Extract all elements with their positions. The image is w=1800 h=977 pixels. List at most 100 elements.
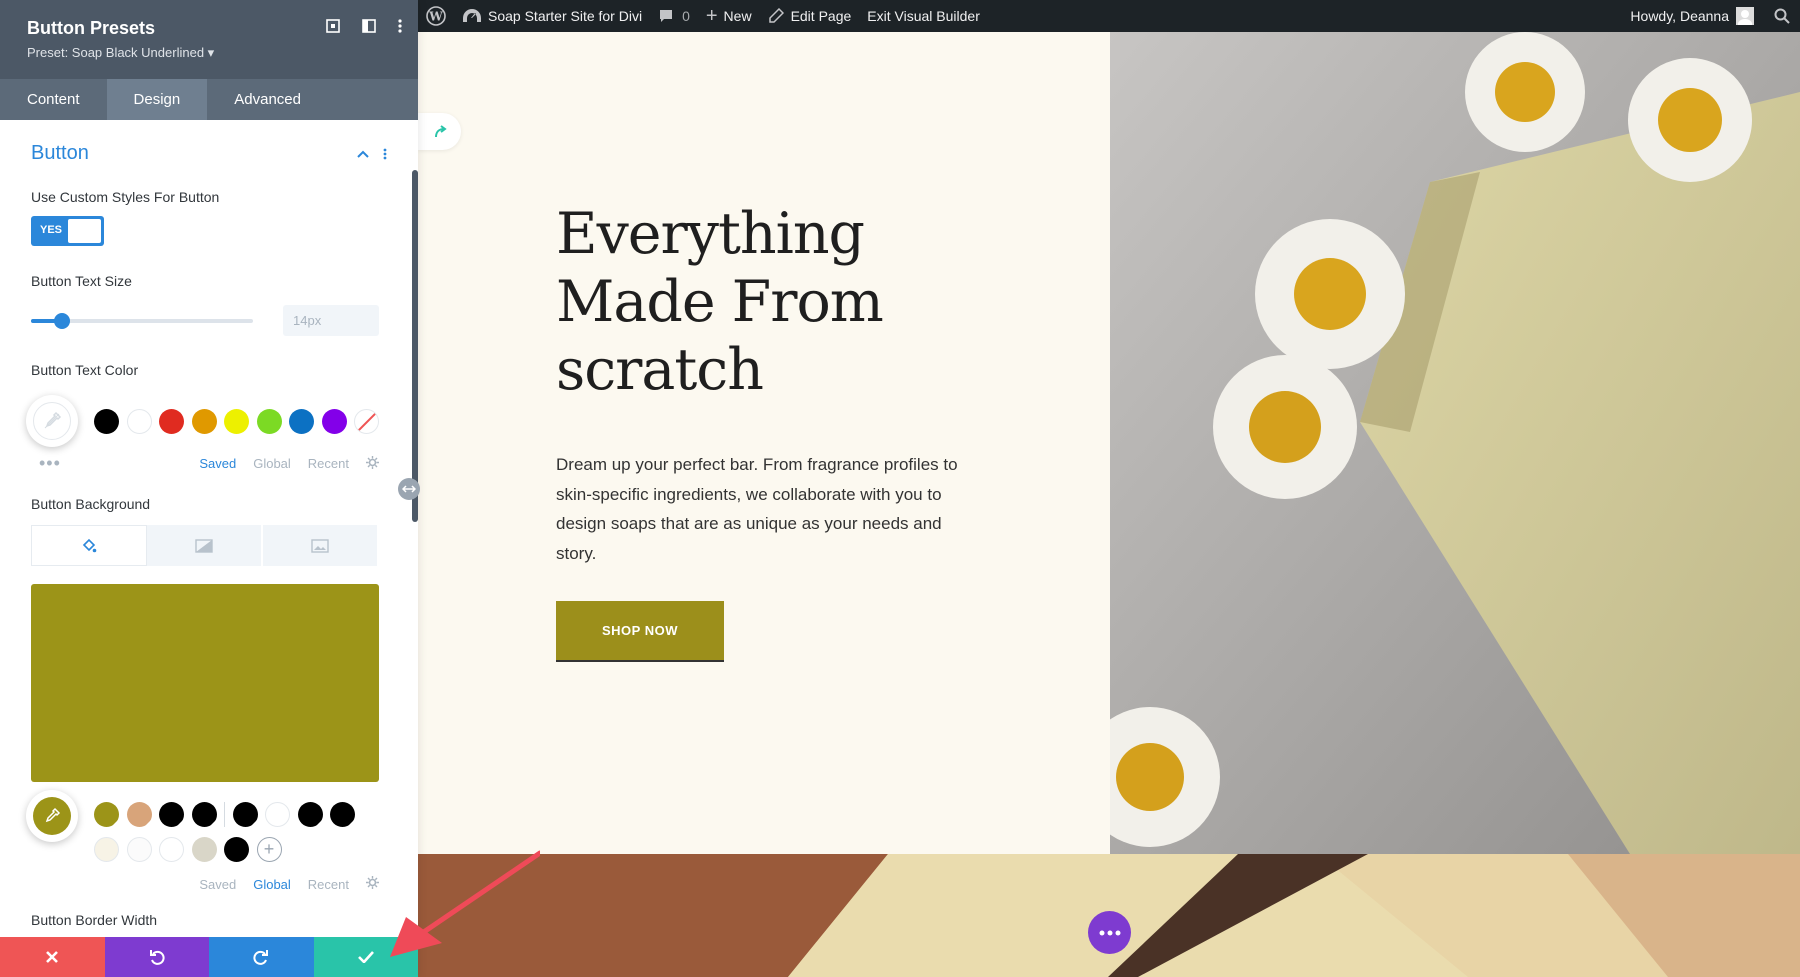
arrow-curve-icon <box>434 124 447 137</box>
panel-tabs: Content Design Advanced <box>0 79 418 120</box>
global-color-swatch[interactable] <box>126 802 152 827</box>
admin-bar-search[interactable] <box>1762 0 1800 32</box>
section-menu-icon[interactable] <box>383 148 387 160</box>
button-section-header[interactable]: Button <box>31 120 387 165</box>
color-tab-saved[interactable]: Saved <box>199 456 236 471</box>
admin-bar-account[interactable]: Howdy, Deanna <box>1622 0 1762 32</box>
bg-tab-color[interactable] <box>31 525 147 566</box>
pencil-icon <box>768 8 784 23</box>
global-color-swatch[interactable] <box>191 802 217 827</box>
close-icon <box>46 951 59 963</box>
global-color-swatch[interactable] <box>94 802 119 827</box>
background-color-preview[interactable] <box>31 584 379 782</box>
hero-description: Dream up your perfect bar. From fragranc… <box>556 455 958 563</box>
color-source-tabs: Saved Global Recent <box>199 455 387 472</box>
section-title: Button <box>31 142 89 164</box>
gear-icon[interactable] <box>366 876 379 892</box>
hero-image <box>1110 32 1800 854</box>
gradient-icon <box>195 538 213 553</box>
gear-icon[interactable] <box>366 455 379 472</box>
panel-header: Button Presets Preset: Soap Black Underl… <box>0 0 418 79</box>
tab-advanced[interactable]: Advanced <box>207 79 328 120</box>
panel-menu-icon[interactable] <box>398 19 402 33</box>
plus-icon: + <box>705 4 718 27</box>
global-color-swatch[interactable] <box>330 802 355 827</box>
tab-design[interactable]: Design <box>106 79 208 120</box>
color-swatch[interactable] <box>321 408 347 434</box>
hero-text-column: Everything Made From scratch Dream up yo… <box>418 32 1110 854</box>
background-color-picker[interactable] <box>26 790 78 842</box>
background-type-tabs <box>31 525 379 566</box>
admin-bar-edit-page[interactable]: Edit Page <box>760 0 860 32</box>
text-color-label: Button Text Color <box>31 362 139 378</box>
preset-dropdown[interactable]: Preset: Soap Black Underlined ▾ <box>27 45 391 61</box>
no-color-swatch[interactable] <box>354 408 379 434</box>
global-color-swatch[interactable] <box>297 802 323 827</box>
color-tab-recent[interactable]: Recent <box>308 877 349 892</box>
panel-scrollbar[interactable] <box>412 170 418 522</box>
admin-bar-new[interactable]: + New <box>698 0 760 32</box>
undo-button[interactable] <box>104 937 209 977</box>
bg-tab-gradient[interactable] <box>147 525 263 566</box>
color-swatch[interactable] <box>191 408 217 434</box>
add-color-icon[interactable]: + <box>256 837 282 862</box>
tab-content[interactable]: Content <box>0 79 107 120</box>
discard-button[interactable] <box>0 937 105 977</box>
chevron-up-icon[interactable] <box>357 150 369 158</box>
more-dots-icon <box>1099 930 1120 935</box>
redo-button[interactable] <box>209 937 314 977</box>
expand-icon[interactable] <box>326 19 340 33</box>
bg-tab-image[interactable] <box>263 525 379 566</box>
shop-now-button[interactable]: SHOP NOW <box>556 601 724 662</box>
admin-bar-site[interactable]: Soap Starter Site for Divi <box>454 0 650 32</box>
text-size-input[interactable]: 14px <box>283 305 379 336</box>
text-size-slider[interactable] <box>31 312 253 329</box>
page-settings-button[interactable] <box>1088 911 1131 954</box>
dashboard-icon <box>463 9 481 22</box>
color-swatch[interactable] <box>289 408 314 434</box>
undo-icon <box>149 950 165 965</box>
new-label: New <box>723 8 752 24</box>
custom-styles-toggle[interactable]: YES <box>31 216 104 246</box>
eyedropper-icon <box>45 807 61 823</box>
global-color-swatch[interactable] <box>159 837 184 862</box>
text-color-swatches <box>94 408 387 434</box>
color-swatch[interactable] <box>126 408 152 434</box>
panel-resize-handle[interactable] <box>398 478 420 500</box>
color-tab-global[interactable]: Global <box>253 877 291 892</box>
text-color-picker[interactable] <box>26 395 78 447</box>
edit-page-label: Edit Page <box>790 8 852 24</box>
eyedropper-icon <box>44 411 62 429</box>
background-swatches-row-2: + <box>94 837 363 862</box>
redo-icon <box>253 950 269 965</box>
color-swatch[interactable] <box>159 408 184 434</box>
comments-count: 0 <box>682 8 690 24</box>
more-colors-icon[interactable]: ••• <box>39 453 61 474</box>
wordpress-logo-icon[interactable]: W <box>418 0 454 32</box>
soap-and-chamomile-image <box>1110 32 1800 854</box>
color-tab-recent[interactable]: Recent <box>308 456 349 471</box>
global-color-swatch[interactable] <box>94 837 119 862</box>
split-view-icon[interactable] <box>362 19 376 33</box>
builder-side-toggle[interactable] <box>418 113 461 150</box>
global-color-swatch[interactable] <box>191 837 217 862</box>
color-tab-global[interactable]: Global <box>253 456 291 471</box>
global-color-swatch[interactable] <box>232 802 258 827</box>
slider-thumb[interactable] <box>54 312 71 329</box>
custom-styles-label: Use Custom Styles For Button <box>31 189 220 205</box>
global-color-swatch[interactable] <box>224 837 249 862</box>
admin-bar-comments[interactable]: 0 <box>650 0 698 32</box>
color-swatch[interactable] <box>256 408 282 434</box>
image-icon <box>311 538 329 553</box>
color-swatch[interactable] <box>94 408 119 434</box>
global-color-swatch[interactable] <box>159 802 184 827</box>
global-color-swatch[interactable] <box>126 837 152 862</box>
color-swatch[interactable] <box>224 408 249 434</box>
svg-text:W: W <box>428 10 443 24</box>
checkmark-icon <box>357 951 374 963</box>
color-tab-saved[interactable]: Saved <box>199 877 236 892</box>
exit-builder-label: Exit Visual Builder <box>867 8 980 24</box>
admin-bar-exit-builder[interactable]: Exit Visual Builder <box>859 0 988 32</box>
avatar <box>1736 7 1754 25</box>
global-color-swatch[interactable] <box>265 802 290 827</box>
